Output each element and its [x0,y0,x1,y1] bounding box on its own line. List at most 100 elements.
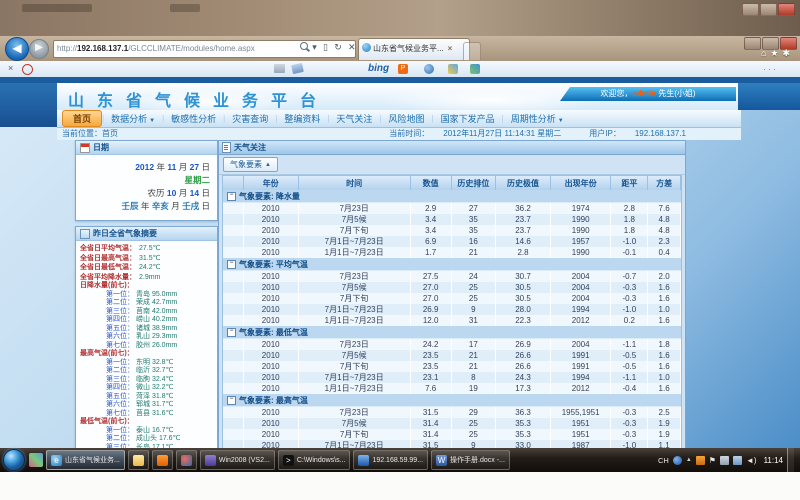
table-row[interactable]: 20107月23日31.52936.31955,1951-0.32.5 [223,407,681,418]
minimize-button[interactable] [744,37,761,50]
table-header-cell[interactable]: 年份 [244,176,299,190]
table-cell: 2.5 [648,407,681,418]
table-header-cell[interactable]: 时间 [299,176,411,190]
nav-item-weather-watch[interactable]: 天气关注 [329,110,379,127]
stop-icon[interactable]: ✕ [346,42,358,53]
envelope-icon[interactable] [291,63,304,74]
tray-app-icon[interactable] [673,456,682,465]
table-row[interactable]: 20107月23日2.92736.219742.87.6 [223,203,681,214]
app-icon-spark[interactable] [448,64,458,74]
display-tray-icon[interactable] [720,456,729,465]
table-header-cell[interactable]: 方差 [648,176,681,190]
favorites-star-icon[interactable]: ★ [770,48,782,58]
nav-item-data-analysis[interactable]: 数据分析▼ [104,110,162,127]
start-button[interactable] [3,449,25,471]
tab-close-icon[interactable]: × [448,44,453,53]
taskbar-window-app-browser[interactable] [176,450,197,470]
taskbar-window-vs[interactable]: Win2008 (VS2... [200,450,275,470]
table-row[interactable]: 20107月1日~7月23日23.1824.31994-1.11.0 [223,372,681,383]
table-header-cell[interactable]: 数值 [411,176,452,190]
taskbar-window-word[interactable]: W操作手册.docx -... [431,450,510,470]
table-row[interactable]: 20107月23日24.21726.92004-1.11.8 [223,339,681,350]
table-row[interactable]: 20107月下旬31.42535.31951-0.31.9 [223,429,681,440]
table-row[interactable]: 20107月5候3.43523.719901.84.8 [223,214,681,225]
new-tab-button[interactable] [463,42,481,60]
table-row[interactable]: 20107月1日~7月23日26.9928.01994-1.01.0 [223,304,681,315]
table-row[interactable]: 20101月1日~7月23日1.7212.81990-0.10.4 [223,247,681,258]
taskbar-window-cmd[interactable]: >C:\Windows\s... [278,450,351,470]
forward-button[interactable]: ▶ [29,39,49,59]
stat-value: 27.5℃ [139,245,161,252]
table-cell: -1.1 [611,372,648,383]
taskbar-window-rdp[interactable]: 192.168.59.99... [353,450,428,470]
app-icon-green[interactable] [470,64,480,74]
tools-gear-icon[interactable]: ✱ [782,48,794,58]
card-icon[interactable] [274,64,285,73]
show-hidden-icons-arrow[interactable]: ▲ [686,457,692,463]
table-row[interactable]: 20107月1日~7月23日31.5933.01987-1.01.1 [223,440,681,448]
collapse-icon[interactable]: − [227,192,236,201]
table-row[interactable]: 20107月5候31.42535.31951-0.31.9 [223,418,681,429]
nav-item-national-products[interactable]: 国家下发产品 [434,110,502,127]
table-group-row[interactable]: −气象要素: 降水量 [223,190,681,203]
app-icon-blue[interactable] [424,64,434,74]
nav-item-periodicity-analysis[interactable]: 周期性分析▼ [504,110,571,127]
table-row[interactable]: 20107月下旬3.43523.719901.84.8 [223,225,681,236]
collapse-icon[interactable]: − [227,328,236,337]
nav-item-sensitivity-analysis[interactable]: 敏感性分析 [164,110,223,127]
table-row[interactable]: 20107月23日27.52430.72004-0.72.0 [223,271,681,282]
table-row[interactable]: 20101月1日~7月23日12.03122.320120.21.6 [223,315,681,326]
volume-icon[interactable]: ◄) [746,456,757,465]
nav-item-disaster-query[interactable]: 灾害查询 [225,110,275,127]
refresh-icon[interactable]: ↻ [332,42,344,53]
background-maximize-button[interactable] [760,3,777,16]
table-row[interactable]: 20107月下旬27.02530.52004-0.31.6 [223,293,681,304]
app-icon-orange[interactable]: P [398,64,408,74]
table-header-cell[interactable]: 出现年份 [551,176,612,190]
table-cell: 23.5 [411,350,452,361]
collapse-icon[interactable]: − [227,260,236,269]
browser-tab[interactable]: 山东省气候业务平...× [358,38,470,60]
table-row[interactable]: 20107月5候23.52126.61991-0.51.6 [223,350,681,361]
table-group-row[interactable]: −气象要素: 平均气温 [223,258,681,271]
bing-logo[interactable]: bing [368,63,389,74]
autocomplete-dropdown-icon[interactable]: ▾ [310,42,319,53]
table-group-row[interactable]: −气象要素: 最低气温 [223,326,681,339]
compatibility-icon[interactable]: ▯ [321,42,330,53]
taskbar-window-folder[interactable] [128,450,149,470]
pinned-app-icon[interactable] [29,453,43,467]
action-center-flag-icon[interactable]: ⚑ [709,456,716,465]
language-indicator[interactable]: CH [658,456,669,465]
nav-item-compiled-data[interactable]: 整编资料 [277,110,327,127]
table-row[interactable]: 20101月1日~7月23日7.61917.32012-0.41.6 [223,383,681,394]
table-cell: 2010 [244,271,299,282]
home-icon[interactable]: ⌂ [761,48,770,58]
nav-item-home[interactable]: 首页 [62,110,102,127]
toolbar-overflow-icon[interactable]: ··· [763,64,778,74]
collapse-icon[interactable]: − [227,396,236,405]
table-header-cell[interactable]: 距平 [611,176,648,190]
network-tray-icon[interactable] [733,456,742,465]
element-selector-button[interactable]: 气象要素▲ [223,157,278,172]
row-gutter-cell [223,247,244,258]
breadcrumb[interactable]: 当前位置：首页 [62,127,118,140]
security-tray-icon[interactable] [696,456,705,465]
blocked-content-icon[interactable] [22,64,33,75]
search-icon[interactable] [300,42,308,50]
table-group-row[interactable]: −气象要素: 最高气温 [223,394,681,407]
show-desktop-button[interactable] [787,448,794,472]
table-cell: 9 [452,304,497,315]
taskbar-window-app-orange[interactable] [152,450,173,470]
taskbar-clock[interactable]: 11:14 [764,456,783,465]
background-minimize-button[interactable] [742,3,759,16]
back-button[interactable]: ◀ [5,37,29,61]
nav-item-risk-map[interactable]: 风险地图 [382,110,432,127]
table-row[interactable]: 20107月下旬23.52126.61991-0.51.6 [223,361,681,372]
background-close-button[interactable] [778,3,795,16]
table-header-cell[interactable]: 历史极值 [496,176,551,190]
table-row[interactable]: 20107月1日~7月23日6.91614.61957-1.02.3 [223,236,681,247]
table-header-cell[interactable]: 历史排位 [452,176,497,190]
toolbar-close-icon[interactable]: × [6,63,15,73]
table-row[interactable]: 20107月5候27.02530.52004-0.31.6 [223,282,681,293]
taskbar-window-ie[interactable]: e山东省气候业务... [46,450,125,470]
